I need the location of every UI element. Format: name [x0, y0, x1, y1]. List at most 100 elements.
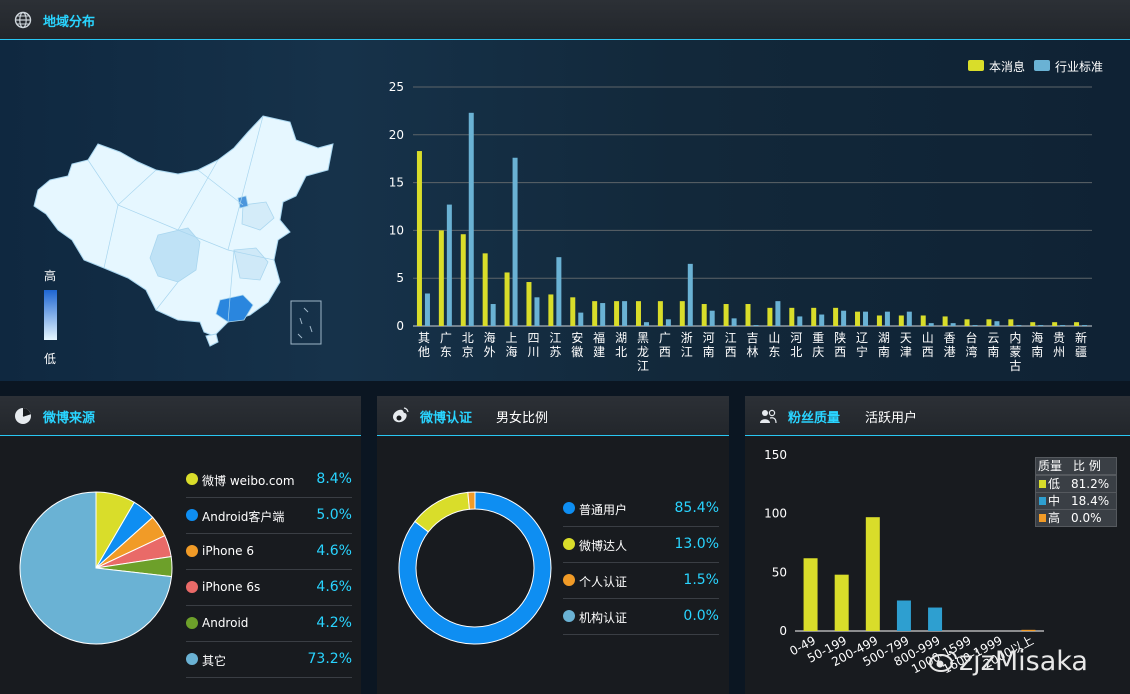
- bar[interactable]: [928, 323, 934, 326]
- x-tick-label: 黑龙江: [637, 331, 649, 373]
- bar[interactable]: [526, 282, 532, 326]
- bar[interactable]: [490, 304, 496, 326]
- bar[interactable]: [657, 301, 663, 326]
- legend-row[interactable]: 普通用户 85.4%: [563, 491, 719, 527]
- bar[interactable]: [753, 325, 759, 326]
- pie-slice[interactable]: [467, 491, 476, 510]
- legend-row[interactable]: 机构认证 0.0%: [563, 599, 719, 635]
- bar[interactable]: [424, 293, 430, 326]
- bar[interactable]: [1038, 325, 1044, 326]
- bar[interactable]: [614, 301, 620, 326]
- bar[interactable]: [950, 323, 956, 326]
- bar[interactable]: [556, 257, 562, 326]
- bar[interactable]: [1052, 322, 1058, 326]
- legend-row[interactable]: 个人认证 1.5%: [563, 563, 719, 599]
- bar[interactable]: [446, 204, 452, 326]
- bar[interactable]: [1074, 322, 1080, 326]
- bar[interactable]: [665, 319, 671, 326]
- bar[interactable]: [534, 297, 540, 326]
- quality-level: 中: [1048, 494, 1061, 508]
- legend-row[interactable]: Android 4.2%: [186, 606, 352, 642]
- bar[interactable]: [687, 263, 693, 326]
- bar[interactable]: [1021, 629, 1036, 631]
- table-row: 低 81.2%: [1036, 475, 1116, 492]
- bar[interactable]: [775, 301, 781, 326]
- legend-row[interactable]: iPhone 6s 4.6%: [186, 570, 352, 606]
- bar[interactable]: [803, 558, 818, 631]
- bar[interactable]: [797, 316, 803, 326]
- bar[interactable]: [1082, 325, 1088, 326]
- bar[interactable]: [1030, 322, 1036, 326]
- legend-label: iPhone 6: [202, 544, 254, 558]
- bar[interactable]: [416, 151, 422, 326]
- bar[interactable]: [731, 318, 737, 326]
- pie-slice[interactable]: [414, 491, 470, 533]
- bar[interactable]: [896, 600, 911, 631]
- bar[interactable]: [460, 234, 466, 326]
- legend-row[interactable]: 微博 weibo.com 8.4%: [186, 462, 352, 498]
- y-tick-label: 150: [764, 448, 787, 462]
- bar[interactable]: [701, 304, 707, 326]
- bar[interactable]: [841, 310, 847, 326]
- bar[interactable]: [1060, 325, 1066, 326]
- legend-row[interactable]: iPhone 6 4.6%: [186, 534, 352, 570]
- y-tick-label: 10: [389, 223, 404, 237]
- bar[interactable]: [833, 307, 839, 326]
- x-tick-label: 贵州: [1053, 331, 1065, 359]
- y-tick-label: 20: [389, 128, 404, 142]
- bar[interactable]: [504, 272, 510, 326]
- legend-row[interactable]: Android客户端 5.0%: [186, 498, 352, 534]
- bar[interactable]: [928, 607, 943, 631]
- tab-gender-ratio[interactable]: 男女比例: [496, 407, 548, 426]
- bar[interactable]: [863, 311, 869, 326]
- bar[interactable]: [482, 253, 488, 326]
- bar[interactable]: [865, 517, 880, 631]
- bar[interactable]: [635, 301, 641, 326]
- bar[interactable]: [723, 304, 729, 326]
- bar[interactable]: [548, 294, 554, 326]
- x-tick-label: 新疆: [1075, 330, 1087, 359]
- quality-swatch: [1039, 514, 1046, 522]
- bar[interactable]: [438, 230, 444, 326]
- bar[interactable]: [709, 310, 715, 326]
- bar[interactable]: [906, 311, 912, 326]
- bar[interactable]: [679, 301, 685, 326]
- bar[interactable]: [942, 316, 948, 326]
- bar[interactable]: [920, 315, 926, 326]
- bar[interactable]: [819, 314, 825, 326]
- legend-label: 微博 weibo.com: [202, 474, 295, 488]
- bar[interactable]: [972, 325, 978, 326]
- bar[interactable]: [884, 311, 890, 326]
- bar[interactable]: [767, 307, 773, 326]
- bar[interactable]: [986, 319, 992, 326]
- bar[interactable]: [898, 315, 904, 326]
- bar[interactable]: [855, 311, 861, 326]
- bar[interactable]: [789, 307, 795, 326]
- bar[interactable]: [745, 304, 751, 326]
- quality-ratio: 81.2%: [1071, 477, 1110, 491]
- fans-quality-table: 质量 比 例 低 81.2% 中 18.4% 高 0.0%: [1035, 457, 1117, 527]
- bar[interactable]: [876, 315, 882, 326]
- bar[interactable]: [622, 301, 628, 326]
- bar[interactable]: [592, 301, 598, 326]
- bar[interactable]: [1008, 319, 1014, 326]
- legend-row[interactable]: 微博达人 13.0%: [563, 527, 719, 563]
- bar[interactable]: [994, 321, 1000, 326]
- bar[interactable]: [578, 312, 584, 326]
- legend-value: 4.6%: [316, 579, 352, 595]
- legend-label: 机构认证: [579, 611, 628, 625]
- legend-row[interactable]: 其它 73.2%: [186, 642, 352, 678]
- verify-title[interactable]: 微博认证: [420, 407, 472, 426]
- bar[interactable]: [1016, 325, 1022, 326]
- bar[interactable]: [570, 297, 576, 326]
- bar[interactable]: [600, 303, 606, 326]
- bar[interactable]: [468, 112, 474, 326]
- legend-label: Android客户端: [202, 510, 285, 524]
- bar[interactable]: [512, 157, 518, 326]
- bar[interactable]: [811, 307, 817, 326]
- bar[interactable]: [964, 319, 970, 326]
- legend-dot: [186, 509, 198, 521]
- bar[interactable]: [834, 574, 849, 631]
- x-tick-label: 山东: [768, 331, 780, 359]
- bar[interactable]: [643, 322, 649, 326]
